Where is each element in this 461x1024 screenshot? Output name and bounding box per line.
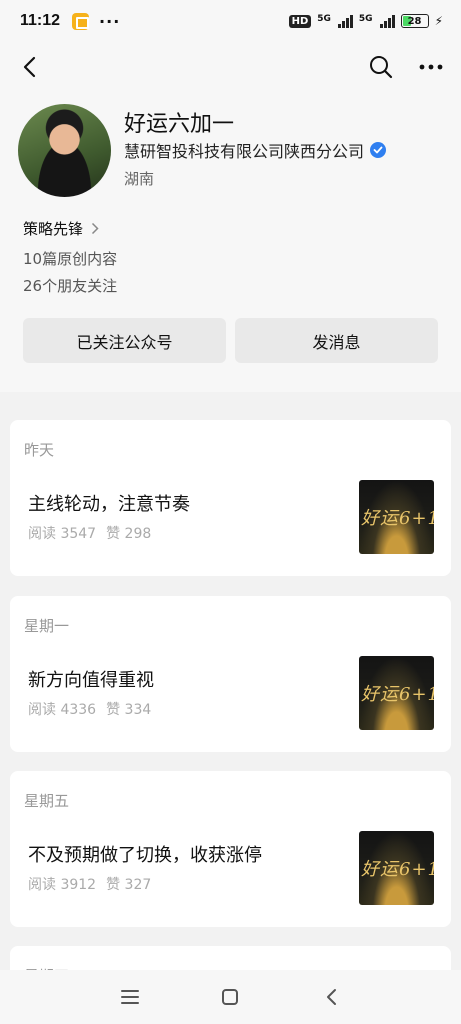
article-thumbnail[interactable]: 好运6+1 bbox=[359, 656, 434, 730]
status-bar: 11:12 ··· HD 5G 5G 28 ⚡ bbox=[0, 0, 461, 42]
article-thumbnail[interactable]: 好运6+1 bbox=[359, 480, 434, 554]
strategy-link[interactable]: 策略先锋 bbox=[23, 218, 99, 239]
original-content-count[interactable]: 10篇原创内容 bbox=[23, 248, 117, 269]
article-card[interactable]: 星期五 不及预期做了切换，收获涨停 阅读 3912 赞 327 好运6+1 bbox=[10, 771, 451, 927]
article-card[interactable]: 昨天 主线轮动，注意节奏 阅读 3547 赞 298 好运6+1 bbox=[10, 420, 451, 576]
sim1-network-label: 5G bbox=[317, 14, 331, 24]
article-read-count: 阅读 3912 bbox=[28, 877, 97, 893]
company-name: 慧研智投科技有限公司陕西分公司 bbox=[124, 142, 365, 161]
thumbnail-text: 好运6+1 bbox=[361, 684, 434, 705]
article-card[interactable]: 星期一 新方向值得重视 阅读 4336 赞 334 好运6+1 bbox=[10, 596, 451, 752]
more-icon bbox=[419, 64, 443, 70]
back-icon bbox=[326, 989, 336, 1005]
account-region: 湖南 bbox=[124, 170, 155, 188]
back-button[interactable] bbox=[14, 47, 44, 87]
charging-icon: ⚡ bbox=[434, 14, 443, 28]
more-button[interactable] bbox=[415, 51, 447, 83]
article-title[interactable]: 不及预期做了切换，收获涨停 bbox=[28, 841, 262, 867]
article-thumbnail[interactable]: 好运6+1 bbox=[359, 831, 434, 905]
system-nav-bar bbox=[0, 970, 461, 1024]
article-title[interactable]: 主线轮动，注意节奏 bbox=[28, 490, 190, 516]
verified-icon bbox=[370, 142, 387, 158]
account-name: 好运六加一 bbox=[124, 112, 235, 137]
chevron-right-icon bbox=[91, 222, 99, 235]
home-icon bbox=[222, 989, 239, 1005]
thumbnail-text: 好运6+1 bbox=[361, 508, 434, 529]
status-indicators: HD 5G 5G 28 ⚡ bbox=[288, 14, 443, 28]
top-nav-bar bbox=[0, 42, 461, 92]
search-icon bbox=[370, 56, 393, 79]
followed-account-button[interactable]: 已关注公众号 bbox=[23, 318, 226, 363]
account-profile: 好运六加一 慧研智投科技有限公司陕西分公司 湖南 策略先锋 10篇原创内容 26… bbox=[0, 92, 461, 392]
article-date: 昨天 bbox=[24, 441, 55, 459]
back-icon bbox=[23, 56, 36, 78]
menu-icon bbox=[121, 990, 140, 1004]
article-stats: 阅读 3912 赞 327 bbox=[28, 874, 151, 894]
article-stats: 阅读 3547 赞 298 bbox=[28, 523, 151, 543]
article-stats: 阅读 4336 赞 334 bbox=[28, 699, 151, 719]
system-menu-button[interactable] bbox=[114, 981, 146, 1013]
article-like-count: 赞 298 bbox=[106, 526, 152, 542]
sim2-signal-icon bbox=[379, 14, 395, 28]
thumbnail-text: 好运6+1 bbox=[361, 859, 434, 880]
article-date: 星期一 bbox=[24, 617, 70, 635]
notification-app-icon bbox=[72, 12, 90, 30]
battery-icon: 28 bbox=[400, 14, 429, 28]
send-message-button[interactable]: 发消息 bbox=[235, 318, 438, 363]
system-home-button[interactable] bbox=[214, 981, 246, 1013]
strategy-label: 策略先锋 bbox=[23, 220, 84, 238]
search-button[interactable] bbox=[365, 51, 397, 83]
article-title[interactable]: 新方向值得重视 bbox=[28, 666, 154, 692]
article-like-count: 赞 334 bbox=[106, 702, 152, 718]
article-read-count: 阅读 3547 bbox=[28, 526, 97, 542]
article-like-count: 赞 327 bbox=[106, 877, 152, 893]
account-company: 慧研智投科技有限公司陕西分公司 bbox=[124, 138, 387, 162]
friends-following-count[interactable]: 26个朋友关注 bbox=[23, 275, 117, 296]
notification-more-icon: ··· bbox=[99, 11, 121, 31]
status-time: 11:12 bbox=[20, 12, 61, 29]
system-back-button[interactable] bbox=[315, 981, 347, 1013]
sim2-network-label: 5G bbox=[358, 14, 373, 24]
hd-badge: HD bbox=[288, 14, 312, 28]
article-read-count: 阅读 4336 bbox=[28, 702, 97, 718]
battery-percent: 28 bbox=[407, 15, 422, 27]
article-date: 星期五 bbox=[24, 792, 70, 810]
sim1-signal-icon bbox=[337, 14, 353, 28]
avatar[interactable] bbox=[18, 104, 111, 197]
